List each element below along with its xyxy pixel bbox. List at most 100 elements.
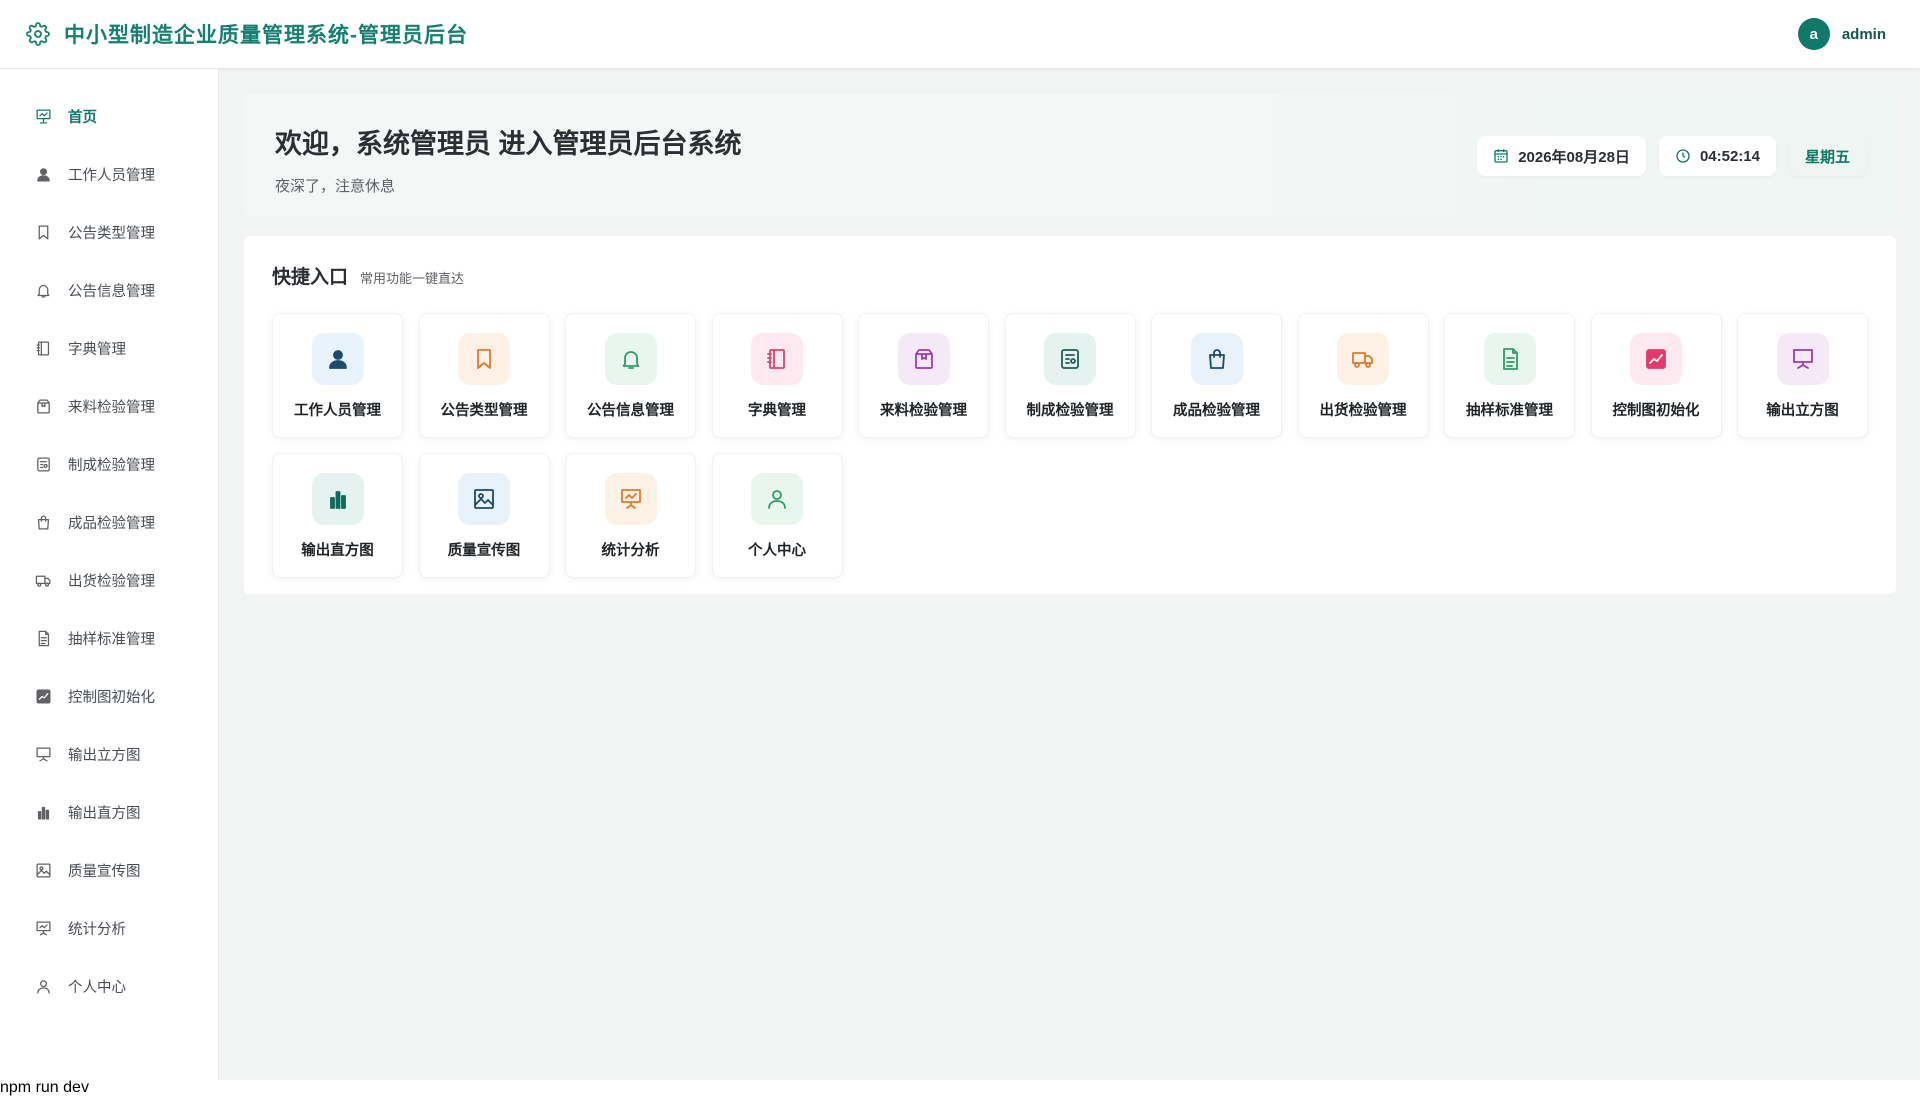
sidebar-item-13[interactable]: 质量宣传图 [0, 841, 218, 899]
welcome-banner: 欢迎，系统管理员 进入管理员后台系统 夜深了，注意休息 2026年08月28日 … [244, 94, 1896, 217]
quick-card[interactable]: 抽样标准管理 [1444, 313, 1575, 438]
sidebar-item-label: 来料检验管理 [68, 399, 155, 416]
bell-icon [604, 333, 657, 385]
sidebar-item-4[interactable]: 字典管理 [0, 319, 218, 377]
quick-access-panel: 快捷入口 常用功能一键直达 工作人员管理 公告类型管理 公告信息管理 字典管理 来料检验… [244, 236, 1896, 594]
quick-card-label: 公告类型管理 [440, 403, 528, 419]
gear-icon[interactable] [26, 22, 50, 46]
quick-card[interactable]: 字典管理 [711, 313, 843, 438]
quick-access-subtitle: 常用功能一键直达 [360, 271, 465, 286]
date-chip: 2026年08月28日 [1477, 136, 1646, 176]
presentation-board-icon [34, 745, 52, 763]
quick-card-label: 制成检验管理 [1026, 403, 1114, 419]
shopping-bag-icon [34, 513, 52, 531]
top-header: 中小型制造企业质量管理系统-管理员后台 a admin [0, 0, 1920, 69]
line-chart-icon [34, 687, 52, 705]
welcome-subtitle: 夜深了，注意休息 [275, 178, 396, 195]
quick-card-label: 出货检验管理 [1319, 403, 1407, 419]
quick-card-label: 公告信息管理 [587, 403, 674, 419]
quick-card[interactable]: 统计分析 [565, 453, 696, 578]
statistics-board-icon [604, 473, 657, 525]
weekday-text: 星期五 [1804, 148, 1850, 166]
statistics-board-icon [34, 919, 52, 937]
quick-card[interactable]: 输出立方图 [1737, 313, 1868, 438]
quick-card-label: 统计分析 [601, 543, 660, 559]
quick-access-title: 快捷入口 [272, 267, 349, 288]
line-chart-icon [1630, 333, 1682, 385]
document-icon [1483, 333, 1536, 385]
sidebar-item-label: 个人中心 [68, 979, 126, 996]
brand: 中小型制造企业质量管理系统-管理员后台 [26, 19, 468, 49]
sidebar-item-3[interactable]: 公告信息管理 [0, 261, 218, 319]
sidebar-item-label: 出货检验管理 [68, 573, 155, 590]
username[interactable]: admin [1842, 26, 1886, 43]
sidebar-item-label: 抽样标准管理 [68, 631, 155, 648]
sidebar-item-label: 输出立方图 [68, 747, 141, 764]
quick-card[interactable]: 个人中心 [711, 453, 843, 578]
quick-card[interactable]: 制成检验管理 [1004, 313, 1136, 438]
sidebar-item-14[interactable]: 统计分析 [0, 899, 218, 957]
user-outline-icon [34, 977, 52, 995]
quick-card-label: 个人中心 [748, 543, 806, 559]
sidebar: 首页工作人员管理公告类型管理 公告信息管理 字典管理来料检验管理 制成检验管理 成品检验… [0, 69, 219, 1080]
quick-card-label: 字典管理 [748, 403, 806, 419]
sidebar-item-8[interactable]: 出货检验管理 [0, 551, 218, 609]
quick-card[interactable]: 工作人员管理 [272, 313, 403, 438]
sidebar-item-label: 公告类型管理 [68, 225, 155, 242]
sidebar-item-7[interactable]: 成品检验管理 [0, 493, 218, 551]
sidebar-item-label: 制成检验管理 [68, 457, 155, 474]
panel-icon [34, 455, 52, 473]
quick-card[interactable]: 来料检验管理 [858, 313, 989, 438]
notebook-icon [34, 339, 52, 357]
footer-strip [0, 1080, 1920, 1098]
quick-card[interactable]: 公告类型管理 [418, 313, 550, 438]
sidebar-item-15[interactable]: 个人中心 [0, 957, 218, 1015]
sidebar-item-5[interactable]: 来料检验管理 [0, 377, 218, 435]
sidebar-item-0[interactable]: 首页 [0, 87, 218, 145]
quick-card-label: 抽样标准管理 [1466, 403, 1553, 419]
quick-card-label: 来料检验管理 [880, 403, 967, 419]
avatar[interactable]: a [1797, 18, 1830, 50]
sidebar-item-11[interactable]: 输出立方图 [0, 725, 218, 783]
sidebar-item-6[interactable]: 制成检验管理 [0, 435, 218, 493]
quick-access-grid: 工作人员管理 公告类型管理 公告信息管理 字典管理 来料检验管理 制成检验管理 成品检验管理… [272, 313, 1868, 578]
sidebar-item-label: 成品检验管理 [68, 515, 155, 532]
user-icon [311, 333, 364, 385]
datetime-chips: 2026年08月28日 04:52:14 星期五 [1477, 136, 1866, 176]
quick-card-label: 输出立方图 [1766, 403, 1839, 419]
sidebar-item-label: 统计分析 [68, 921, 126, 938]
panel-icon [1044, 333, 1096, 385]
time-text: 04:52:14 [1699, 147, 1760, 165]
bell-icon [34, 281, 52, 299]
quick-card-label: 输出直方图 [301, 543, 374, 559]
quick-card-label: 控制图初始化 [1612, 403, 1700, 419]
bar-chart-icon [311, 473, 364, 525]
app-title: 中小型制造企业质量管理系统-管理员后台 [64, 24, 468, 47]
sidebar-item-2[interactable]: 公告类型管理 [0, 203, 218, 261]
quick-card[interactable]: 出货检验管理 [1297, 313, 1429, 438]
quick-card-label: 工作人员管理 [294, 403, 381, 419]
sidebar-item-12[interactable]: 输出直方图 [0, 783, 218, 841]
quick-card[interactable]: 控制图初始化 [1590, 313, 1722, 438]
time-chip: 04:52:14 [1658, 136, 1776, 176]
truck-icon [34, 571, 52, 589]
sidebar-item-10[interactable]: 控制图初始化 [0, 667, 218, 725]
user-menu[interactable]: a admin [1797, 18, 1886, 50]
sidebar-item-label: 质量宣传图 [68, 863, 141, 880]
picture-icon [34, 861, 52, 879]
terminal-text: npm run dev [0, 1079, 89, 1096]
picture-icon [458, 473, 510, 525]
quick-card[interactable]: 输出直方图 [272, 453, 403, 578]
truck-icon [1337, 333, 1389, 385]
box-icon [897, 333, 950, 385]
quick-card[interactable]: 质量宣传图 [418, 453, 550, 578]
sidebar-item-1[interactable]: 工作人员管理 [0, 145, 218, 203]
quick-card[interactable]: 公告信息管理 [565, 313, 696, 438]
sidebar-item-label: 控制图初始化 [68, 689, 155, 706]
sidebar-item-label: 字典管理 [68, 341, 126, 358]
home-presentation-icon [34, 107, 52, 125]
sidebar-item-9[interactable]: 抽样标准管理 [0, 609, 218, 667]
sidebar-item-label: 公告信息管理 [68, 283, 155, 300]
sidebar-item-label: 首页 [68, 109, 97, 126]
quick-card[interactable]: 成品检验管理 [1151, 313, 1282, 438]
